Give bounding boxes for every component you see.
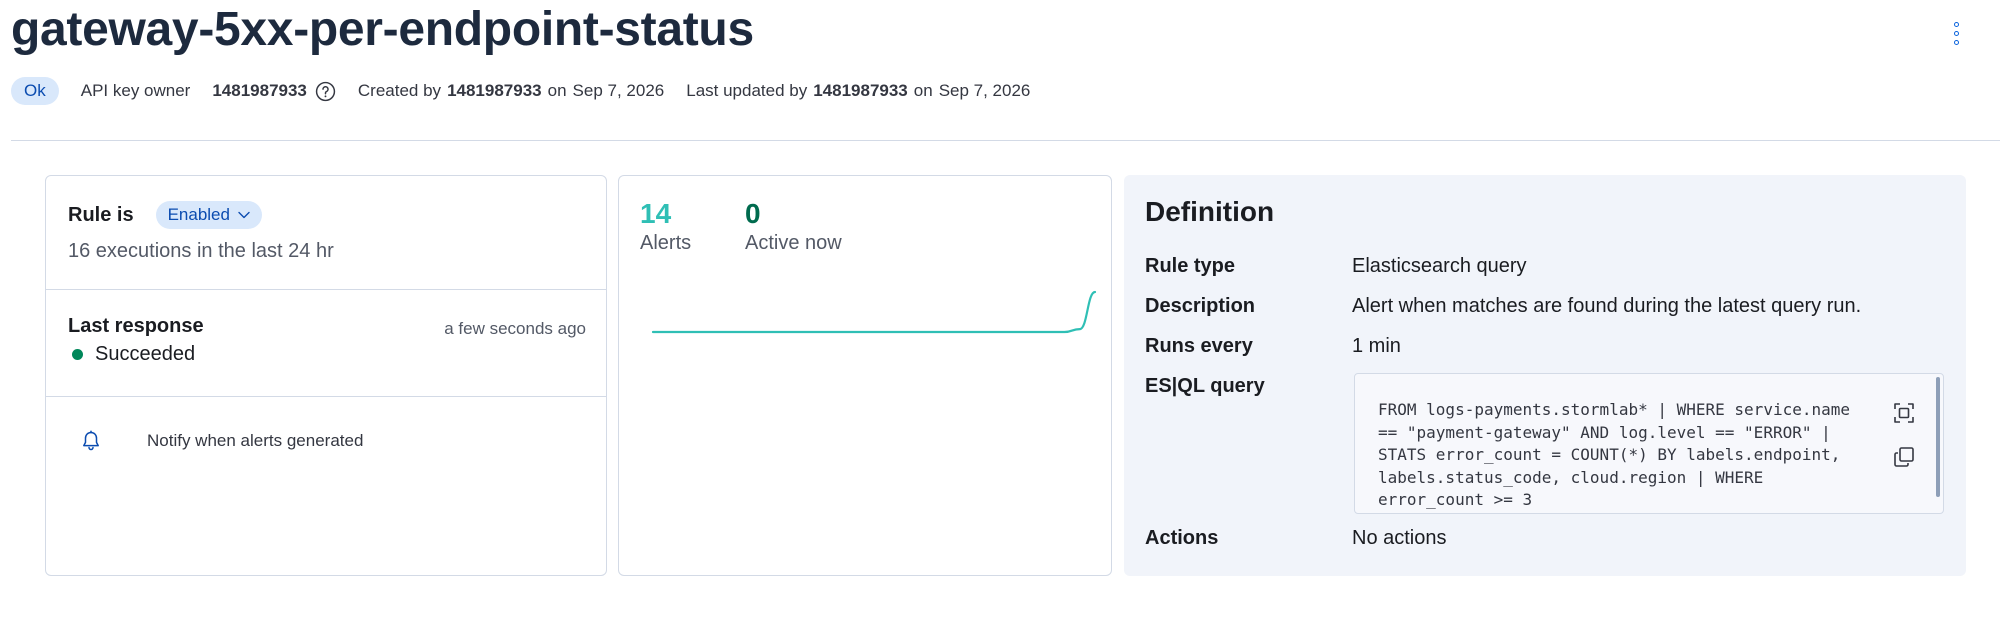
esql-query-code-block[interactable]: FROM logs-payments.stormlab* | WHERE ser… [1354, 373, 1944, 514]
definition-key: ES|QL query [1145, 375, 1265, 397]
executions-count: 16 executions in the last 24 hr [68, 240, 334, 262]
definition-value: Elasticsearch query [1352, 255, 1527, 277]
created-by-value: 1481987933 [447, 81, 542, 100]
rule-state-dropdown[interactable]: Enabled [155, 201, 262, 229]
rule-status-panel: Rule is Enabled 16 executions in the las… [45, 175, 607, 576]
last-response-status-text: Succeeded [95, 343, 196, 365]
definition-key: Runs every [1145, 335, 1253, 357]
definition-key: Description [1145, 295, 1256, 317]
code-scrollbar[interactable] [1936, 377, 1940, 497]
definition-value: No actions [1352, 527, 1447, 549]
rule-is-label: Rule is [68, 203, 134, 226]
copy-icon[interactable] [1893, 446, 1915, 468]
definition-key: Actions [1145, 527, 1219, 549]
page-title: gateway-5xx-per-endpoint-status [11, 3, 754, 56]
question-circle-icon[interactable] [315, 81, 336, 102]
last-response-section: Last response a few seconds ago Succeede… [46, 290, 606, 397]
created-by-label: Created by [357, 81, 442, 100]
definition-value: 1 min [1352, 335, 1401, 357]
success-dot-icon [72, 349, 83, 360]
alerts-active-label: Active now [745, 232, 842, 254]
api-key-owner-label: API key owner [80, 81, 191, 100]
last-response-status: Succeeded [72, 343, 195, 366]
created-date: Sep 7, 2026 [572, 81, 665, 100]
alerts-active-stat[interactable]: 0 Active now [745, 198, 842, 255]
created-on-label: on [547, 81, 567, 100]
notify-when-alerts-text: Notify when alerts generated [147, 431, 364, 450]
bell-icon [83, 430, 99, 451]
rule-state-section: Rule is Enabled 16 executions in the las… [46, 176, 606, 290]
updated-by-label: Last updated by [686, 81, 808, 100]
header-divider [11, 140, 2000, 141]
definition-panel: Definition Rule type Elasticsearch query… [1124, 175, 1966, 576]
updated-date: Sep 7, 2026 [938, 81, 1031, 100]
definition-title: Definition [1145, 196, 1275, 227]
updated-by-value: 1481987933 [813, 81, 908, 100]
definition-key: Rule type [1145, 255, 1236, 277]
fullscreen-icon[interactable] [1893, 402, 1915, 424]
alerts-active-value: 0 [745, 198, 761, 229]
definition-value: Alert when matches are found during the … [1352, 295, 1862, 317]
chevron-down-icon [238, 211, 250, 219]
last-response-label: Last response [68, 315, 204, 337]
alerts-summary-panel: 14 Alerts 0 Active now [618, 175, 1112, 576]
esql-query-text: FROM logs-payments.stormlab* | WHERE ser… [1378, 400, 1860, 509]
alerts-total-label: Alerts [640, 232, 692, 254]
alerts-sparkline-line [651, 290, 1097, 334]
alerts-sparkline [651, 290, 1097, 334]
rule-meta: Ok API key owner 1481987933 Created by 1… [11, 76, 1030, 106]
kebab-menu-icon[interactable] [1944, 18, 1968, 48]
alerts-total-stat[interactable]: 14 Alerts [640, 198, 691, 255]
rule-state-label: Enabled [167, 205, 230, 224]
updated-on-label: on [913, 81, 933, 100]
api-key-owner-value: 1481987933 [212, 81, 307, 100]
status-badge: Ok [11, 77, 59, 105]
last-response-time: a few seconds ago [444, 319, 586, 338]
rule-is-row: Rule is Enabled [68, 201, 262, 229]
alerts-total-value: 14 [640, 198, 672, 229]
notify-when-alerts-link[interactable]: Notify when alerts generated [79, 429, 363, 453]
